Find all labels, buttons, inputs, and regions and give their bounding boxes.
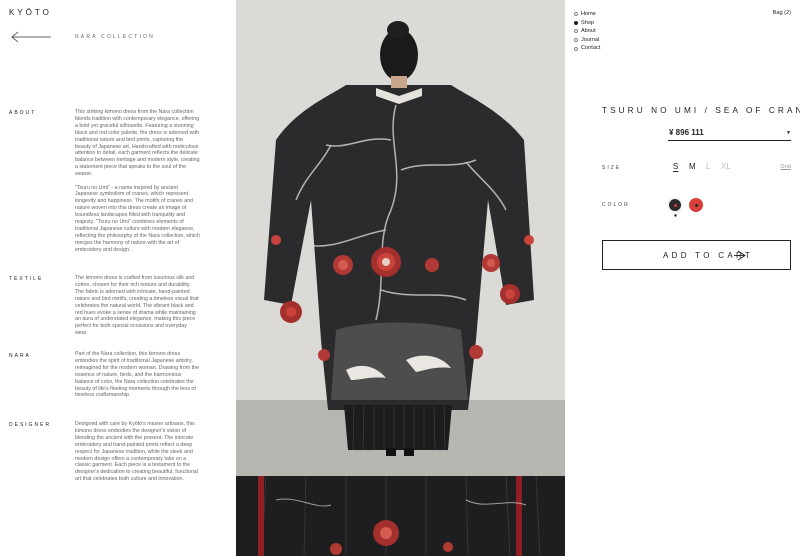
size-option-s[interactable]: S — [673, 162, 678, 171]
nav-dot-icon — [574, 12, 578, 17]
bag-link[interactable]: Bag (2) — [773, 10, 791, 16]
collection-breadcrumb[interactable]: NARA COLLECTION — [75, 34, 155, 40]
nav-label: Home — [581, 11, 596, 17]
size-option-m[interactable]: M — [689, 162, 696, 171]
nav-item-shop[interactable]: Shop — [574, 19, 600, 28]
add-to-cart-button[interactable]: ADD TO CART — [602, 240, 791, 270]
section-title-nara: NARA — [9, 353, 31, 359]
nav-item-journal[interactable]: Journal — [574, 36, 600, 45]
price-value: ¥ 896 111 — [669, 128, 704, 137]
swatch-center-dot — [694, 203, 698, 207]
color-label: COLOR — [602, 202, 630, 208]
about-paragraph-2: "Tsuru no Umi" - a name inspired by anci… — [75, 184, 200, 253]
purchase-column: Home Shop About Journal Contact Bag (2) … — [565, 0, 800, 556]
description-column: KYŌTO NARA COLLECTION ABOUT This strikin… — [0, 0, 236, 556]
back-arrow-icon[interactable] — [10, 31, 52, 43]
nav-dot-icon — [574, 38, 578, 43]
size-option-xl[interactable]: XL — [721, 162, 731, 171]
nav-dot-active-icon — [574, 20, 578, 25]
about-text: This striking kimono dress from the Nara… — [75, 109, 200, 254]
section-title-textile: TEXTILE — [9, 276, 44, 282]
nav-dot-icon — [574, 46, 578, 51]
brand-logo[interactable]: KYŌTO — [9, 8, 52, 17]
nara-text: Part of the Nara collection, this kimono… — [75, 351, 199, 399]
nav-item-contact[interactable]: Contact — [574, 44, 600, 53]
nav-label: About — [581, 28, 596, 35]
nav-label: Journal — [581, 36, 600, 43]
nav-label: Shop — [581, 19, 595, 26]
about-paragraph-1: This striking kimono dress from the Nara… — [75, 109, 200, 178]
price-dropdown[interactable]: ¥ 896 111 ▼ — [668, 127, 791, 141]
textile-text: The kimono dress is crafted from luxurio… — [75, 275, 199, 337]
selected-indicator-icon — [674, 214, 677, 217]
size-grid-link[interactable]: Grid — [780, 164, 791, 170]
caret-down-icon: ▼ — [786, 130, 791, 136]
arrow-right-icon — [734, 250, 746, 261]
nav-item-home[interactable]: Home — [574, 10, 600, 19]
product-title: TSURU NO UMI / SEA OF CRANES — [602, 106, 800, 115]
color-swatch-black[interactable] — [668, 198, 682, 212]
size-option-l[interactable]: L — [706, 162, 710, 171]
swatch-center-dot — [673, 203, 677, 207]
designer-text: Designed with care by Kyōto's master art… — [75, 421, 198, 483]
color-swatch-red[interactable] — [689, 198, 703, 212]
size-label: SIZE — [602, 165, 622, 171]
product-photo — [236, 0, 565, 556]
section-title-designer: DESIGNER — [9, 422, 52, 428]
main-nav: Home Shop About Journal Contact — [574, 10, 600, 53]
nav-item-about[interactable]: About — [574, 27, 600, 36]
nav-dot-icon — [574, 29, 578, 34]
section-title-about: ABOUT — [9, 110, 37, 116]
nav-label: Contact — [581, 45, 601, 52]
